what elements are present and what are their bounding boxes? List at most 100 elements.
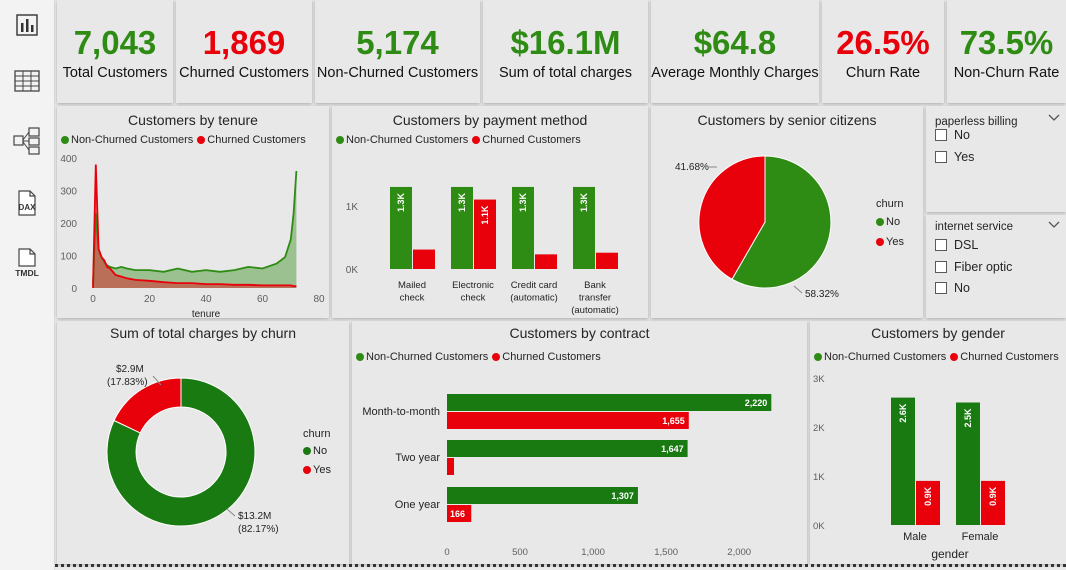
data-label: $2.9M xyxy=(116,364,144,375)
kpi-label: Total Customers xyxy=(62,65,168,81)
legend-item-no: No xyxy=(876,216,900,228)
paperless-billing-slicer: paperless billing No Yes xyxy=(926,106,1066,212)
leader-line xyxy=(793,285,803,294)
data-label: 1,647 xyxy=(661,444,684,454)
kpi-total-customers: 7,043 Total Customers xyxy=(57,0,173,103)
legend-title: churn xyxy=(876,198,904,210)
option-label: DSL xyxy=(954,238,979,252)
legend-item-yes: Yes xyxy=(876,236,904,248)
data-label: 1.3K xyxy=(518,192,528,212)
y-tick-label: Two year xyxy=(395,452,440,464)
payment-plot: 0K 1K 1.3K Mailed check 1.3K 1.1K Electronic che… xyxy=(346,186,619,316)
kpi-value: 26.5% xyxy=(836,24,930,61)
legend-label: No xyxy=(886,216,901,228)
kpi-label: Non-Churn Rate xyxy=(953,65,1060,81)
x-tick-label: (automatic) xyxy=(510,293,558,304)
series-line-non-churned xyxy=(92,170,298,285)
kpi-value: 1,869 xyxy=(202,24,286,61)
kpi-label: Sum of total charges xyxy=(499,65,632,81)
kpi-value: 7,043 xyxy=(73,24,157,61)
payment-chart-card[interactable]: Customers by payment method Non-Churned … xyxy=(332,106,648,318)
slicer-option-yes[interactable]: Yes xyxy=(935,150,974,164)
x-tick-label: (automatic) xyxy=(571,305,619,316)
chevron-down-icon[interactable] xyxy=(1048,221,1060,229)
y-tick-label: 300 xyxy=(60,187,77,198)
data-label: 1.3K xyxy=(396,192,406,212)
kpi-average-monthly-charges: $64.8 Average Monthly Charges xyxy=(651,0,819,103)
y-tick-label: 2K xyxy=(813,423,825,434)
slicer-option-dsl[interactable]: DSL xyxy=(935,238,978,252)
slicer-option-no[interactable]: No xyxy=(935,281,970,295)
contract-chart-card[interactable]: Customers by contract Non-Churned Custom… xyxy=(352,321,807,564)
kpi-non-churned-customers: 5,174 Non-Churned Customers xyxy=(315,0,480,103)
data-label: 1,655 xyxy=(662,416,685,426)
legend-swatch xyxy=(876,218,884,226)
checkbox[interactable] xyxy=(935,151,947,163)
y-tick-label: 1K xyxy=(346,202,359,213)
charges-donut-card[interactable]: Sum of total charges by churn $2.9M (17.8… xyxy=(57,321,349,564)
dax-icon-label: DAX xyxy=(19,203,37,212)
data-label: 1.3K xyxy=(579,192,589,212)
senior-chart-card[interactable]: Customers by senior citizens 41.68% 58.32… xyxy=(651,106,923,318)
legend-label: Yes xyxy=(886,236,904,248)
bar-non-churned xyxy=(447,440,688,457)
data-label: 2,220 xyxy=(745,398,768,408)
x-tick-label: 80 xyxy=(313,294,325,305)
bar-churned xyxy=(413,249,435,269)
x-tick-label: Electronic xyxy=(452,280,494,291)
gender-chart-card[interactable]: Customers by gender Non-Churned Customer… xyxy=(810,321,1066,564)
legend-label: No xyxy=(313,445,328,457)
kpi-label: Non-Churned Customers xyxy=(316,65,479,81)
bar-non-churned xyxy=(447,394,772,411)
legend-label: Yes xyxy=(313,464,331,476)
kpi-churned-customers: 1,869 Churned Customers xyxy=(176,0,312,103)
x-axis-title: gender xyxy=(931,547,968,561)
x-tick-label: 0 xyxy=(444,547,449,558)
leader-line xyxy=(226,508,236,517)
table-view-icon[interactable] xyxy=(8,62,46,100)
x-tick-label: 500 xyxy=(512,547,528,558)
kpi-churn-rate: 26.5% Churn Rate xyxy=(822,0,944,103)
data-label: 41.68% xyxy=(675,162,709,173)
x-tick-label: 0 xyxy=(90,294,96,305)
y-tick-label: 200 xyxy=(60,219,77,230)
checkbox[interactable] xyxy=(935,239,947,251)
bar-non-churned xyxy=(447,487,638,504)
y-tick-label: 0 xyxy=(71,284,77,295)
slicer-option-no[interactable]: No xyxy=(935,128,970,142)
dax-query-icon[interactable]: DAX xyxy=(8,184,46,222)
x-tick-label: Female xyxy=(962,531,999,543)
chevron-down-icon[interactable] xyxy=(1048,114,1060,122)
dashboard-canvas: DAX TMDL 7,043 Total Customers 1,869 Chu… xyxy=(0,0,1066,570)
x-tick-label: 1,000 xyxy=(581,547,605,558)
report-view-icon[interactable] xyxy=(8,6,46,44)
checkbox[interactable] xyxy=(935,129,947,141)
tmdl-view-icon[interactable]: TMDL xyxy=(8,244,46,282)
y-tick-label: 0K xyxy=(813,521,825,532)
kpi-value: $64.8 xyxy=(693,24,777,61)
checkbox[interactable] xyxy=(935,282,947,294)
legend-swatch xyxy=(303,466,311,474)
bar-churned xyxy=(447,458,455,475)
slicer-title: paperless billing xyxy=(935,116,1018,128)
tmdl-icon-label: TMDL xyxy=(15,268,39,278)
data-label: (17.83%) xyxy=(107,377,148,388)
view-sidebar: DAX TMDL xyxy=(0,0,55,570)
kpi-non-churn-rate: 73.5% Non-Churn Rate xyxy=(947,0,1066,103)
data-label: 58.32% xyxy=(805,289,839,300)
option-label: No xyxy=(954,281,970,295)
tenure-chart-card[interactable]: Customers by tenure Non-Churned Customer… xyxy=(57,106,329,318)
data-label: 1,307 xyxy=(611,491,634,501)
kpi-value: 73.5% xyxy=(959,24,1054,61)
x-axis-title: tenure xyxy=(192,309,221,318)
data-label: (82.17%) xyxy=(238,524,279,535)
kpi-label: Churned Customers xyxy=(179,65,309,81)
legend-swatch xyxy=(303,447,311,455)
slicer-option-fiber-optic[interactable]: Fiber optic xyxy=(935,260,1012,274)
x-tick-label: 60 xyxy=(257,294,269,305)
model-view-icon[interactable] xyxy=(8,122,46,160)
x-tick-label: Mailed xyxy=(398,280,426,291)
option-label: Yes xyxy=(954,150,975,164)
legend-swatch xyxy=(876,238,884,246)
checkbox[interactable] xyxy=(935,261,947,273)
